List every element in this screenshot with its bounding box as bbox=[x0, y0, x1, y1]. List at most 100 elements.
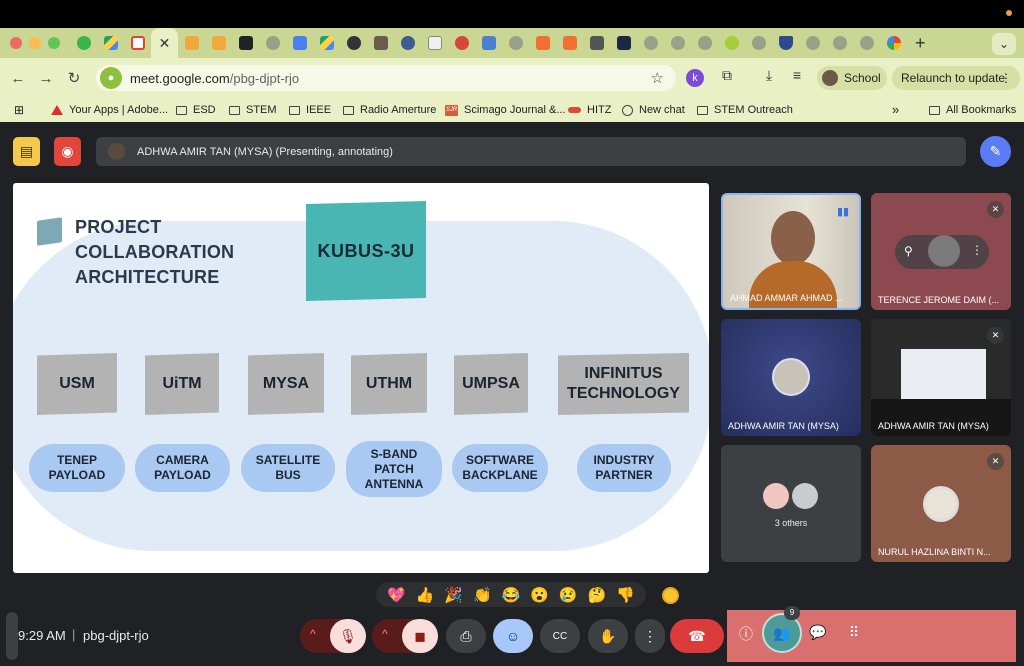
annotate-pen-button[interactable]: ✎ bbox=[980, 136, 1011, 167]
video-settings-caret[interactable]: ^ bbox=[382, 627, 388, 641]
participant-tile[interactable]: ✕ ADHWA AMIR TAN (MYSA) bbox=[871, 319, 1011, 436]
tab-whatsapp[interactable] bbox=[70, 28, 97, 58]
profile-button[interactable]: School bbox=[817, 66, 887, 90]
others-tile[interactable]: 3 others bbox=[721, 445, 861, 562]
meeting-info-icon[interactable]: ⓘ bbox=[737, 624, 755, 644]
apps-grid-icon[interactable]: ⊞ bbox=[14, 98, 24, 122]
bookmark-new-chat[interactable]: New chat bbox=[622, 98, 685, 122]
microphone-off-button[interactable]: 🎙 bbox=[330, 619, 366, 653]
bookmark-star-icon[interactable]: ☆ bbox=[651, 69, 664, 87]
tab-calendar[interactable] bbox=[286, 28, 313, 58]
reaction-party[interactable]: 🎉 bbox=[444, 586, 463, 604]
bookmark-hitz[interactable]: HITZ bbox=[568, 98, 611, 122]
media-control-icon[interactable]: ≡ bbox=[786, 67, 808, 83]
emoji-reactions-button[interactable]: ☺ bbox=[493, 619, 533, 653]
more-options-button[interactable]: ⋮ bbox=[635, 619, 665, 653]
tab-generic-8[interactable] bbox=[826, 28, 853, 58]
folder-icon bbox=[176, 105, 187, 115]
tab-generic-3[interactable] bbox=[637, 28, 664, 58]
tab-gmail[interactable] bbox=[124, 28, 151, 58]
expand-handle[interactable] bbox=[6, 612, 18, 660]
leave-call-button[interactable]: ☎ bbox=[670, 619, 724, 653]
tab-generic-6[interactable] bbox=[745, 28, 772, 58]
chat-icon[interactable]: 💬 bbox=[809, 624, 827, 641]
tab-pkp[interactable] bbox=[232, 28, 259, 58]
tab-news[interactable] bbox=[421, 28, 448, 58]
reaction-thumbs-down[interactable]: 👎 bbox=[616, 586, 635, 604]
reaction-thinking[interactable]: 🤔 bbox=[588, 586, 607, 604]
tab-etsy[interactable] bbox=[529, 28, 556, 58]
reaction-laugh[interactable]: 😂 bbox=[502, 586, 521, 604]
more-options-icon[interactable]: ⋮ bbox=[971, 243, 983, 257]
participant-tile[interactable]: ✕ NURUL HAZLINA BINTI N... bbox=[871, 445, 1011, 562]
tab-mendeley[interactable] bbox=[583, 28, 610, 58]
activities-grid-icon[interactable]: ⠿ bbox=[845, 624, 863, 641]
tab-cap[interactable] bbox=[475, 28, 502, 58]
reaction-sad[interactable]: 😢 bbox=[559, 586, 578, 604]
extension-k-icon[interactable]: k bbox=[686, 69, 704, 87]
bookmark-ieee[interactable]: IEEE bbox=[289, 98, 331, 122]
tab-generic-5[interactable] bbox=[691, 28, 718, 58]
tab-search-menu-button[interactable]: ⌄ bbox=[992, 33, 1016, 55]
reaction-heart[interactable]: 💖 bbox=[387, 586, 406, 604]
close-window-button[interactable] bbox=[10, 37, 22, 49]
stop-presenting-button[interactable]: ▤ bbox=[13, 137, 40, 166]
participant-tile[interactable]: ✕ ⚲ ⋮ TERENCE JEROME DAIM (... bbox=[871, 193, 1011, 310]
new-tab-button[interactable]: + bbox=[915, 33, 926, 54]
bookmark-label: Scimago Journal &... bbox=[464, 104, 566, 116]
kebab-menu-icon[interactable]: ⋮ bbox=[1000, 66, 1012, 90]
skin-tone-selector[interactable] bbox=[662, 587, 679, 604]
tab-chatgpt[interactable] bbox=[340, 28, 367, 58]
reload-button[interactable]: ↻ bbox=[60, 69, 88, 87]
bookmark-radio[interactable]: Radio Amerture bbox=[343, 98, 436, 122]
bookmark-adobe[interactable]: Your Apps | Adobe... bbox=[51, 98, 168, 122]
tab-drive-2[interactable] bbox=[313, 28, 340, 58]
reaction-surprised[interactable]: 😮 bbox=[530, 586, 549, 604]
microphone-in-use-icon[interactable]: ● bbox=[100, 67, 122, 89]
zoom-window-button[interactable] bbox=[48, 37, 60, 49]
tab-shield[interactable] bbox=[772, 28, 799, 58]
bookmark-stem-outreach[interactable]: STEM Outreach bbox=[697, 98, 793, 122]
recording-button[interactable]: ◉ bbox=[54, 137, 81, 166]
tab-red[interactable] bbox=[448, 28, 475, 58]
participant-tile[interactable]: ADHWA AMIR TAN (MYSA) bbox=[721, 319, 861, 436]
tab-generic-7[interactable] bbox=[799, 28, 826, 58]
tab-generic-9[interactable] bbox=[853, 28, 880, 58]
tab-photo[interactable] bbox=[367, 28, 394, 58]
tab-close-icon[interactable]: ✕ bbox=[159, 35, 171, 52]
tab-google[interactable] bbox=[880, 28, 907, 58]
present-button[interactable]: ⎙ bbox=[446, 619, 486, 653]
audio-settings-caret[interactable]: ^ bbox=[310, 627, 316, 641]
tab-generic-4[interactable] bbox=[664, 28, 691, 58]
participant-tile[interactable]: ▮▮ AHMAD AMMAR AHMAD ... bbox=[721, 193, 861, 310]
tab-etsy-2[interactable] bbox=[556, 28, 583, 58]
tab-generic-2[interactable] bbox=[502, 28, 529, 58]
all-bookmarks-folder[interactable]: All Bookmarks bbox=[929, 98, 1016, 122]
tab-gear[interactable] bbox=[394, 28, 421, 58]
tab-meet-active[interactable]: ✕ bbox=[151, 28, 178, 58]
bookmark-stem[interactable]: STEM bbox=[229, 98, 277, 122]
tab-pages-2[interactable] bbox=[205, 28, 232, 58]
tab-sn[interactable] bbox=[610, 28, 637, 58]
raise-hand-button[interactable]: ✋ bbox=[588, 619, 628, 653]
address-bar[interactable]: ● meet.google.com/pbg-djpt-rjo ☆ bbox=[96, 65, 676, 91]
bookmark-esd[interactable]: ESD bbox=[176, 98, 216, 122]
tab-pages[interactable] bbox=[178, 28, 205, 58]
tab-id[interactable] bbox=[718, 28, 745, 58]
camera-off-button[interactable]: ◼ bbox=[402, 619, 438, 653]
captions-button[interactable]: CC bbox=[540, 619, 580, 653]
pin-icon[interactable]: ⚲ bbox=[904, 244, 913, 258]
more-bookmarks-button[interactable]: » bbox=[892, 98, 899, 122]
extensions-puzzle-icon[interactable]: ⧉ bbox=[716, 67, 738, 84]
bookmark-scimago[interactable]: SJR Scimago Journal &... bbox=[445, 98, 566, 122]
tab-generic[interactable] bbox=[259, 28, 286, 58]
reaction-clap[interactable]: 👏 bbox=[473, 586, 492, 604]
download-icon[interactable]: ⤓ bbox=[758, 67, 780, 84]
url-text[interactable]: meet.google.com/pbg-djpt-rjo bbox=[130, 71, 299, 86]
tab-drive[interactable] bbox=[97, 28, 124, 58]
relaunch-to-update-button[interactable]: Relaunch to update ⋮ bbox=[892, 66, 1020, 90]
minimize-window-button[interactable] bbox=[29, 37, 41, 49]
reaction-thumbs-up[interactable]: 👍 bbox=[416, 586, 435, 604]
back-button[interactable]: ← bbox=[4, 70, 32, 87]
forward-button[interactable]: → bbox=[32, 70, 60, 87]
